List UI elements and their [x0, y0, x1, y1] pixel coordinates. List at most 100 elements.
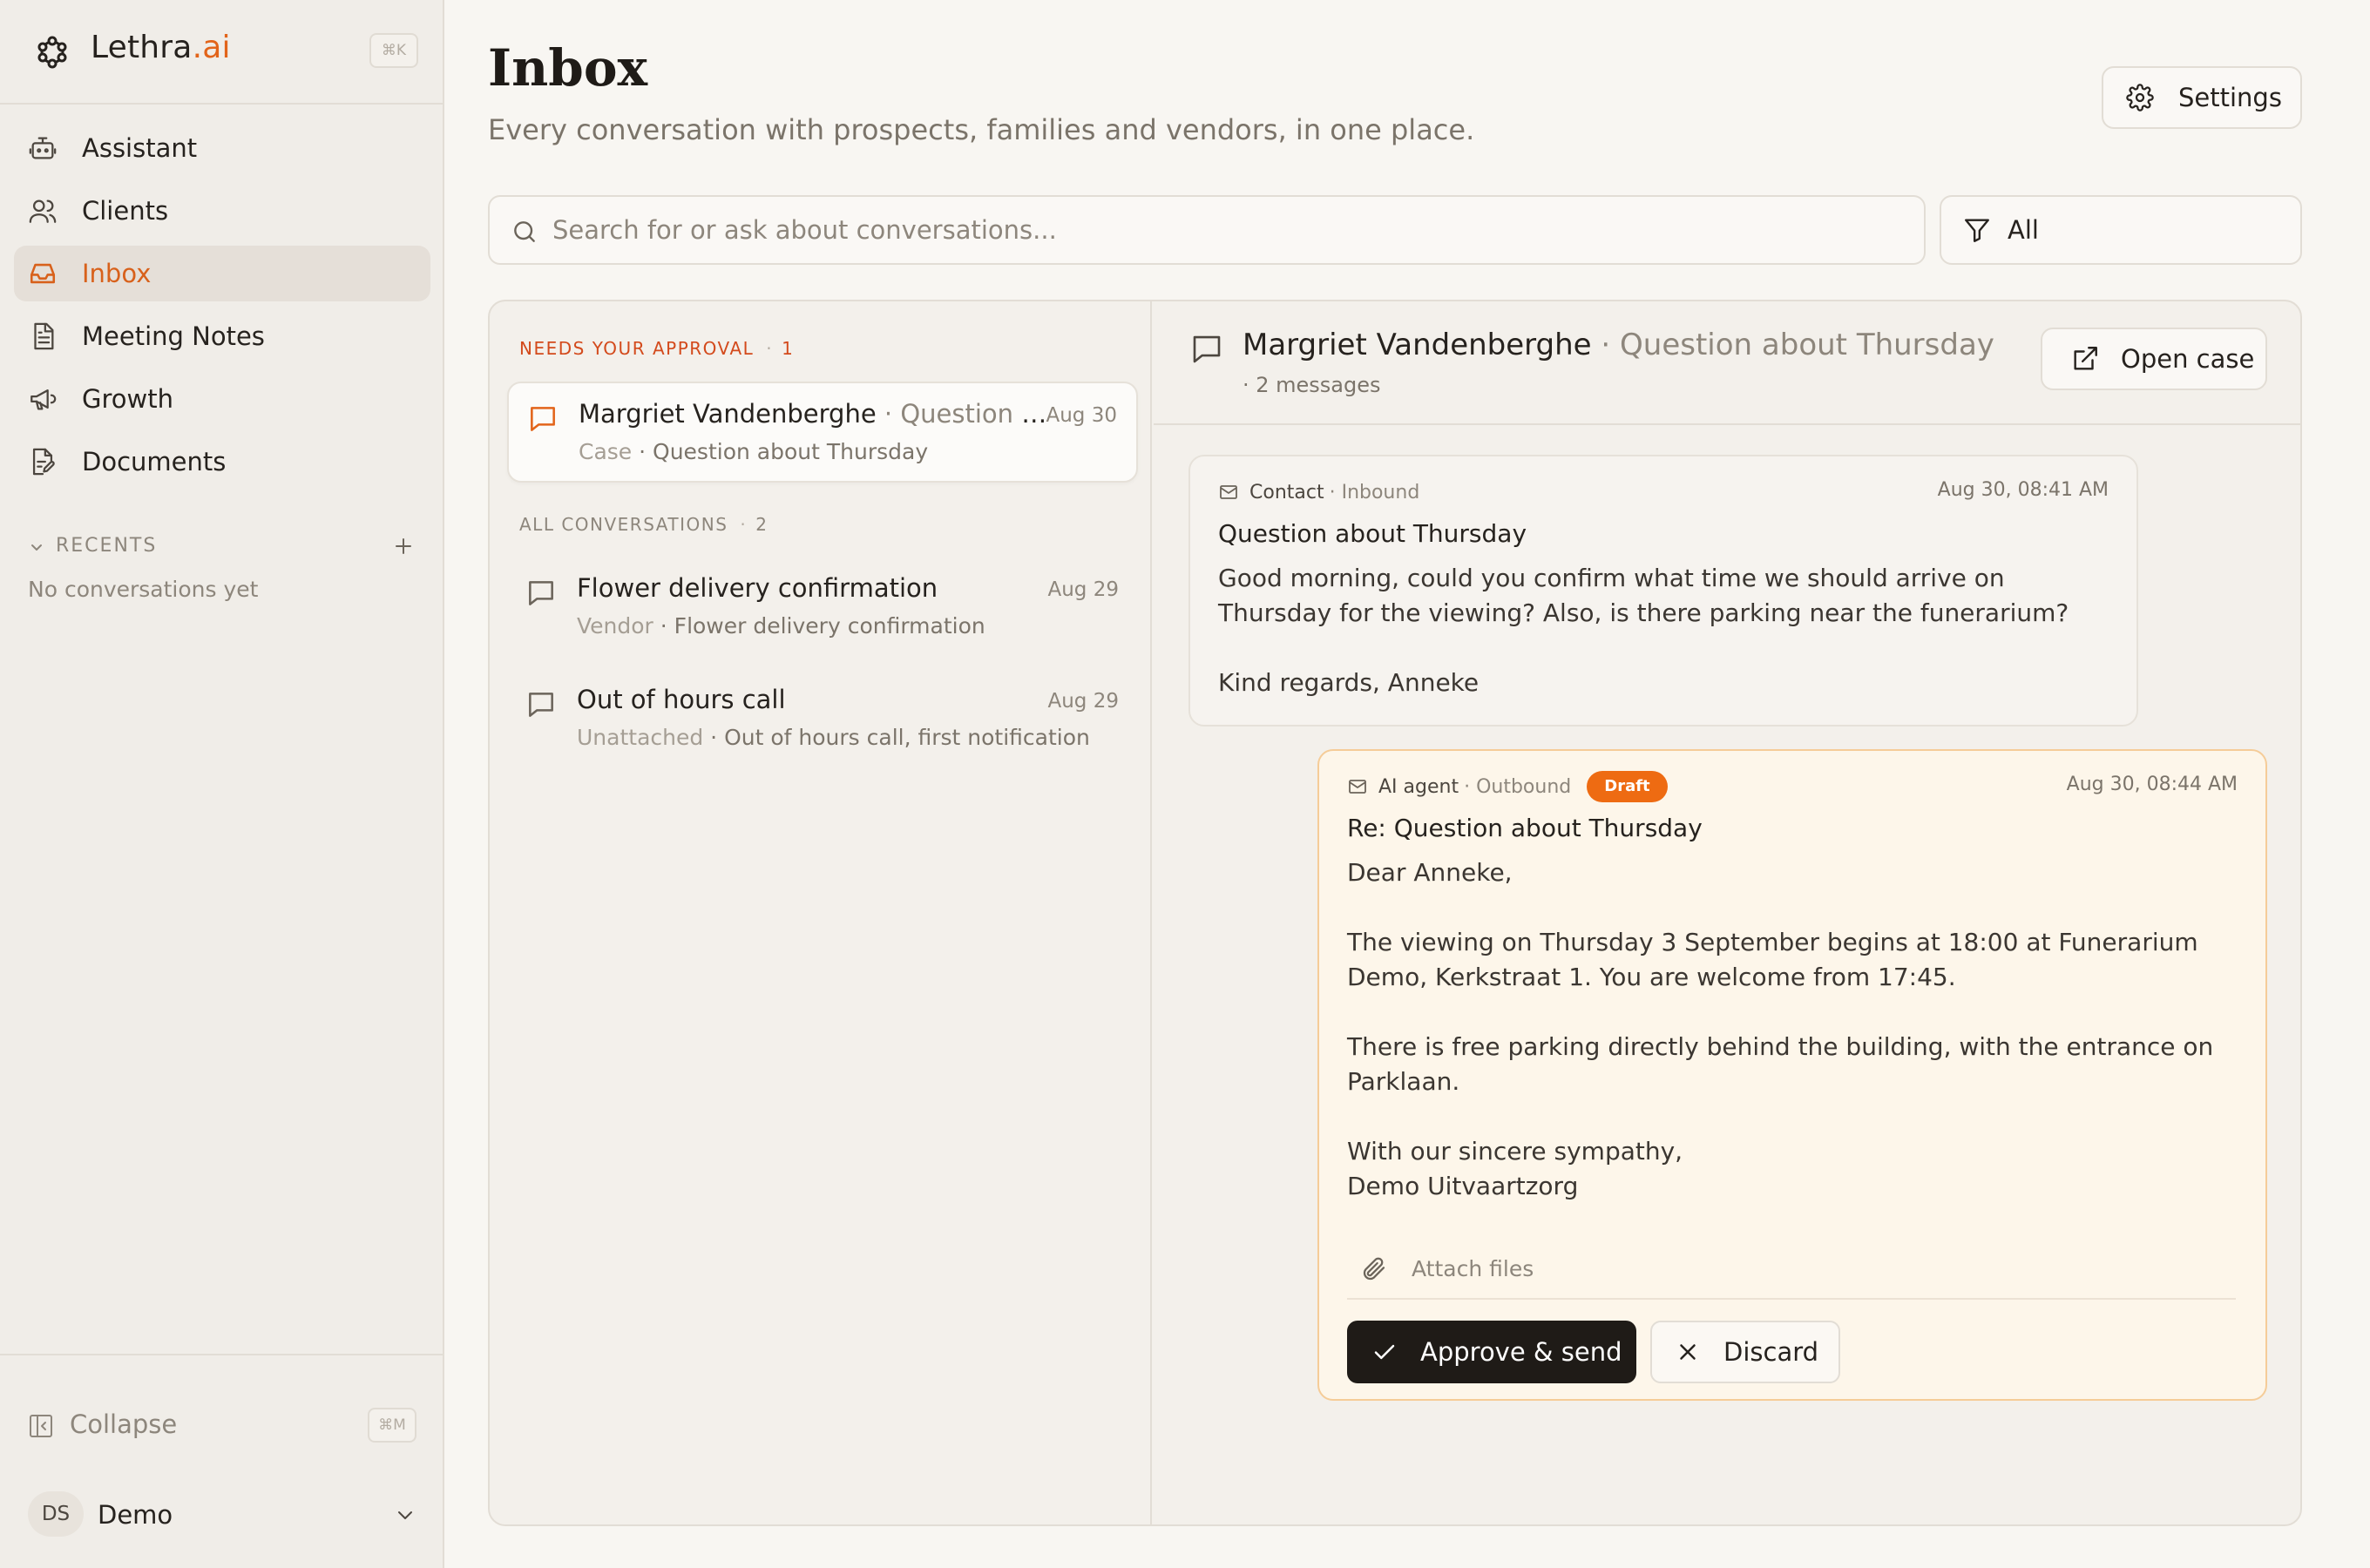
- conversation-subtitle: Unattached · Out of hours call, first no…: [577, 725, 1090, 750]
- close-icon: [1675, 1339, 1701, 1365]
- filter-icon: [1962, 215, 1992, 245]
- message-icon: [526, 402, 559, 436]
- detail-header: Margriet Vandenberghe · Question about T…: [1154, 301, 2300, 425]
- conversation-subtitle: Case · Question about Thursday: [579, 439, 929, 464]
- open-case-label: Open case: [2121, 344, 2255, 374]
- search-box: [488, 195, 1926, 265]
- sidebar-item-label: Inbox: [82, 259, 152, 288]
- message-direction: · Inbound: [1329, 481, 1420, 504]
- message-sender: Contact: [1249, 481, 1324, 504]
- inbox-icon: [28, 259, 58, 288]
- attach-files-label: Attach files: [1412, 1256, 1534, 1281]
- recents-header[interactable]: RECENTS: [28, 530, 416, 564]
- discard-label: Discard: [1723, 1337, 1819, 1367]
- message-subject: Question about Thursday: [1218, 519, 1527, 548]
- conversation-detail: Margriet Vandenberghe · Question about T…: [1154, 301, 2300, 1524]
- sidebar: Lethra.ai ⌘K Assistant Clients Inbox Mee…: [0, 0, 444, 1568]
- mail-icon: [1347, 776, 1368, 797]
- document-icon: [28, 321, 58, 351]
- sidebar-item-clients[interactable]: Clients: [14, 183, 430, 239]
- discard-button[interactable]: Discard: [1650, 1321, 1840, 1383]
- sidebar-item-label: Documents: [82, 447, 227, 476]
- message-direction: · Outbound: [1464, 775, 1572, 798]
- bot-icon: [28, 133, 58, 163]
- filter-select[interactable]: All: [1940, 195, 2302, 265]
- sidebar-item-inbox[interactable]: Inbox: [14, 246, 430, 301]
- filter-selected-value: All: [2008, 215, 2039, 245]
- message-body: Good morning, could you confirm what tim…: [1218, 564, 2069, 697]
- message-icon: [525, 577, 558, 610]
- chevron-down-icon: [28, 538, 45, 556]
- mail-icon: [1218, 482, 1239, 503]
- conversation-date: Aug 30: [1046, 404, 1118, 427]
- message-card-inbound: Contact · Inbound Aug 30, 08:41 AM Quest…: [1188, 455, 2138, 727]
- sidebar-item-assistant[interactable]: Assistant: [14, 120, 430, 176]
- draft-body[interactable]: Dear Anneke, The viewing on Thursday 3 S…: [1347, 855, 2227, 1204]
- sidebar-item-label: Assistant: [82, 133, 198, 163]
- sidebar-nav: Assistant Clients Inbox Meeting Notes Gr…: [14, 120, 430, 497]
- sidebar-item-growth[interactable]: Growth: [14, 371, 430, 427]
- message-count: · 2 messages: [1243, 373, 1381, 397]
- all-conversations-label: ALL CONVERSATIONS · 2: [519, 514, 769, 535]
- conversation-list: NEEDS YOUR APPROVAL · 1 Margriet Vandenber…: [490, 301, 1152, 1524]
- message-time: Aug 30, 08:44 AM: [2066, 774, 2238, 795]
- conversation-item-flower-delivery[interactable]: Flower delivery confirmation Aug 29 Vend…: [507, 558, 1138, 659]
- draft-badge: Draft: [1587, 771, 1668, 802]
- sidebar-item-label: Clients: [82, 196, 169, 226]
- sidebar-item-documents[interactable]: Documents: [14, 434, 430, 490]
- approval-section-label: NEEDS YOUR APPROVAL · 1: [519, 338, 795, 359]
- external-link-icon: [2070, 344, 2100, 374]
- divider: [0, 1354, 443, 1355]
- paperclip-icon: [1359, 1254, 1387, 1282]
- settings-button[interactable]: Settings: [2102, 66, 2302, 129]
- collapse-button[interactable]: Collapse ⌘M: [28, 1406, 416, 1444]
- brand-name[interactable]: Lethra.ai: [91, 30, 231, 65]
- collapse-shortcut-badge: ⌘M: [368, 1408, 416, 1443]
- sidebar-item-label: Meeting Notes: [82, 321, 265, 351]
- search-icon: [511, 218, 538, 246]
- sidebar-collapse-icon: [28, 1413, 54, 1439]
- open-case-button[interactable]: Open case: [2041, 328, 2267, 390]
- inbox-panel: NEEDS YOUR APPROVAL · 1 Margriet Vandenber…: [488, 300, 2302, 1526]
- chevron-down-icon: [394, 1504, 416, 1526]
- message-icon: [1188, 331, 1225, 368]
- page-title: Inbox: [488, 38, 648, 98]
- file-edit-icon: [28, 447, 58, 476]
- search-input[interactable]: [552, 204, 1912, 256]
- message-meta: AI agent · Outbound Draft: [1347, 771, 1668, 802]
- page-subtitle: Every conversation with prospects, famil…: [488, 113, 1475, 146]
- gear-icon: [2126, 84, 2154, 112]
- message-icon: [525, 688, 558, 721]
- check-icon: [1371, 1339, 1398, 1365]
- add-icon[interactable]: [390, 533, 416, 559]
- settings-label: Settings: [2178, 83, 2282, 112]
- megaphone-icon: [28, 384, 58, 414]
- conversation-date: Aug 29: [1047, 690, 1120, 713]
- detail-title: Margriet Vandenberghe · Question about T…: [1243, 328, 1994, 362]
- users-icon: [28, 196, 58, 226]
- user-name: Demo: [98, 1500, 173, 1530]
- attach-files-button[interactable]: Attach files: [1347, 1246, 2236, 1289]
- collapse-label: Collapse: [70, 1409, 178, 1439]
- sidebar-item-meeting-notes[interactable]: Meeting Notes: [14, 308, 430, 364]
- conversation-item-out-of-hours[interactable]: Out of hours call Aug 29 Unattached · Ou…: [507, 669, 1138, 770]
- message-sender: AI agent: [1378, 775, 1459, 798]
- message-card-draft: AI agent · Outbound Draft Aug 30, 08:44 …: [1317, 749, 2267, 1401]
- conversation-title: Margriet Vandenberghe · Question about T…: [579, 399, 1049, 429]
- avatar: DS: [28, 1491, 84, 1537]
- recents-empty-text: No conversations yet: [28, 577, 259, 602]
- recents-label: RECENTS: [56, 535, 158, 557]
- approve-send-button[interactable]: Approve & send: [1347, 1321, 1636, 1383]
- user-menu[interactable]: DS Demo: [28, 1491, 416, 1537]
- sidebar-item-label: Growth: [82, 384, 173, 414]
- message-subject: Re: Question about Thursday: [1347, 814, 1703, 842]
- divider: [1347, 1298, 2236, 1300]
- command-shortcut-badge: ⌘K: [369, 33, 418, 68]
- conversation-title: Flower delivery confirmation: [577, 573, 938, 603]
- conversation-item-margriet[interactable]: Margriet Vandenberghe · Question about T…: [507, 382, 1138, 483]
- conversation-subtitle: Vendor · Flower delivery confirmation: [577, 613, 985, 639]
- brand-row: Lethra.ai ⌘K: [0, 0, 443, 105]
- logo-icon: [33, 33, 71, 71]
- message-time: Aug 30, 08:41 AM: [1937, 479, 2109, 501]
- message-meta: Contact · Inbound: [1218, 477, 1419, 507]
